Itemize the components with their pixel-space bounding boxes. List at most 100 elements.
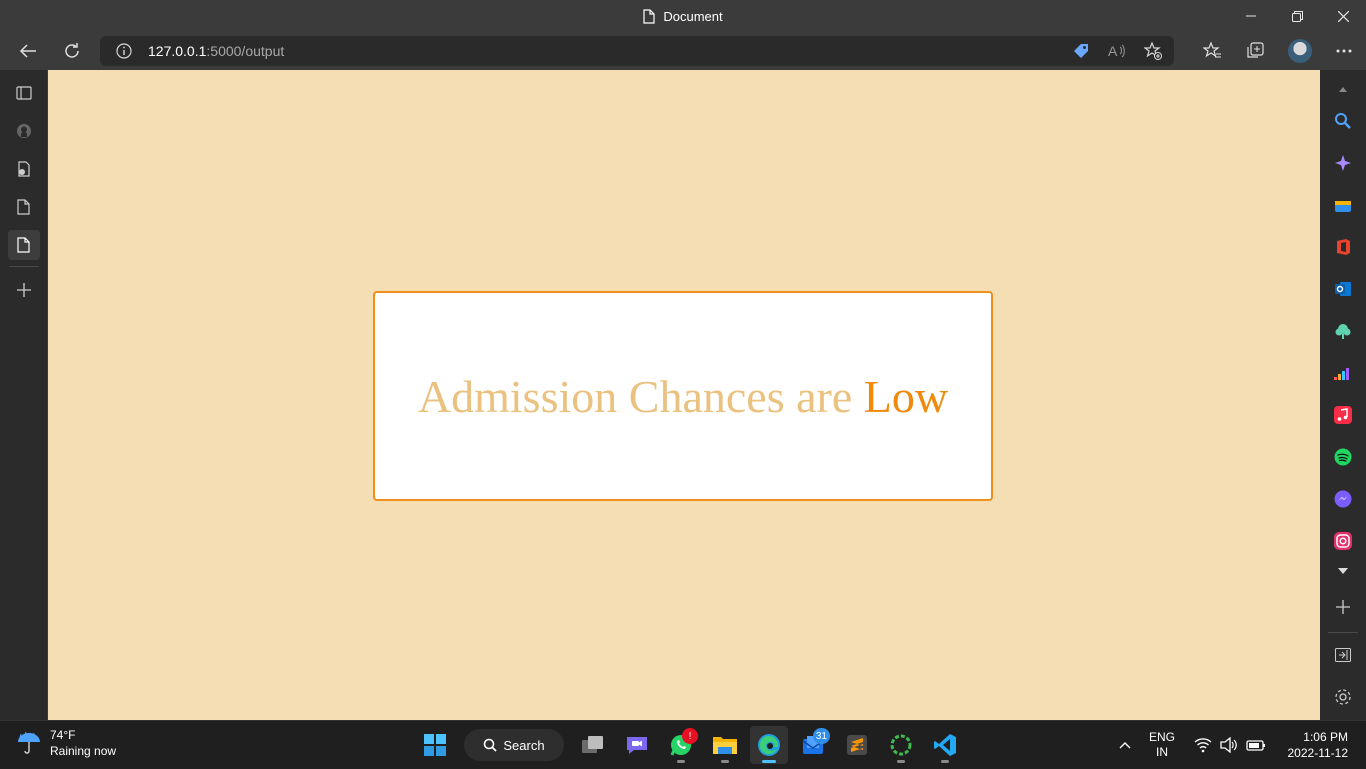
add-icon[interactable] [1332,596,1354,618]
folder-icon [713,737,737,754]
start-button[interactable] [416,726,454,764]
favorites-icon [1203,42,1221,58]
read-aloud-icon[interactable]: A [1104,38,1130,64]
github-icon [17,124,31,138]
whatsapp-app[interactable]: ! [662,726,700,764]
close-window-button[interactable] [1320,0,1366,32]
mail-badge: 31 [812,728,830,744]
more-button[interactable] [1322,32,1366,70]
search-icon [484,738,498,752]
vscode-icon [934,734,956,756]
restore-button[interactable] [1274,0,1320,32]
document-icon [643,8,655,24]
edge-app[interactable] [750,726,788,764]
task-view-icon [582,736,603,753]
file-settings-icon [18,161,30,177]
office-icon[interactable] [1332,236,1354,258]
collections-icon [1247,42,1264,58]
result-prefix: Admission Chances are [417,370,864,422]
search-icon[interactable] [1332,110,1354,132]
window-title-text: Document [663,8,723,24]
page-icon [17,199,30,215]
sidebar-divider [1328,632,1358,633]
language-indicator[interactable]: ENG IN [1140,730,1184,760]
add-favorite-icon[interactable] [1140,38,1166,64]
collapse-icon[interactable] [1332,560,1354,582]
weather-widget[interactable]: 74°F Raining now [16,727,116,759]
search-label: Search [503,737,545,753]
title-bar: Document [0,0,1366,32]
info-icon[interactable] [116,43,132,59]
profile-avatar[interactable] [1288,39,1312,63]
refresh-icon [65,43,79,58]
apple-music-icon[interactable] [1332,404,1354,426]
wifi-icon [1194,738,1212,753]
scroll-up-icon[interactable] [1332,78,1354,100]
running-indicator [762,760,776,763]
system-tray: ENG IN 1:06 PM 2022-11-12 [1110,721,1366,769]
new-tab-button[interactable] [8,275,40,305]
vscode-app[interactable] [926,726,964,764]
instagram-icon[interactable] [1332,530,1354,552]
tab-page[interactable] [8,192,40,222]
running-indicator [721,760,729,763]
url-path: :5000/output [206,43,285,59]
settings-icon[interactable] [1332,686,1354,708]
teams-chat-app[interactable] [618,726,656,764]
file-explorer-app[interactable] [706,726,744,764]
spinner-icon [890,734,912,756]
deezer-icon[interactable] [1332,362,1354,384]
messenger-icon[interactable] [1332,488,1354,510]
clock-time: 1:06 PM [1303,730,1348,744]
outlook-icon[interactable] [1332,278,1354,300]
running-indicator [941,760,949,763]
refresh-button[interactable] [52,35,92,67]
tab-actions-icon [16,86,32,100]
favorites-button[interactable] [1190,32,1234,70]
windows-icon [424,734,446,756]
browser-toolbar: 127.0.0.1:5000/output A [0,32,1366,70]
clock[interactable]: 1:06 PM 2022-11-12 [1276,729,1366,761]
svg-text:A: A [1108,43,1118,59]
taskbar-search[interactable]: Search [464,729,564,761]
result-card: Admission Chances are Low [373,291,993,501]
tab-file-settings[interactable] [8,154,40,184]
collections-button[interactable] [1234,32,1278,70]
lang-region: IN [1156,745,1168,759]
whatsapp-badge: ! [682,728,698,744]
quick-settings[interactable] [1184,737,1276,753]
split-screen-icon[interactable] [1332,644,1354,666]
minimize-button[interactable] [1228,0,1274,32]
taskbar-apps: Search ! 31 [416,725,964,765]
mail-app[interactable]: 31 [794,726,832,764]
page-viewport: Admission Chances are Low [48,70,1320,720]
loading-app[interactable] [882,726,920,764]
lang-code: ENG [1148,730,1175,744]
volume-icon [1220,737,1237,753]
weather-condition: Raining now [50,744,117,758]
tree-icon[interactable] [1332,320,1354,342]
back-button[interactable] [8,35,48,67]
running-indicator [897,760,905,763]
spotify-icon[interactable] [1332,446,1354,468]
task-view-button[interactable] [574,726,612,764]
back-icon [19,44,36,58]
more-icon [1336,49,1352,53]
url-host: 127.0.0.1 [148,43,207,59]
chevron-up-icon [1119,742,1131,749]
copilot-icon[interactable] [1332,152,1354,174]
result-message: Admission Chances are Low [418,370,948,423]
rain-umbrella-icon [18,731,40,754]
add-icon [17,283,31,297]
show-hidden-icons-button[interactable] [1110,738,1140,752]
coupon-icon[interactable] [1068,38,1094,64]
result-level: Low [863,370,949,422]
tab-actions-button[interactable] [8,78,40,108]
tab-page-active[interactable] [8,230,40,260]
vertical-tabs-sidebar [0,70,48,720]
tab-github[interactable] [8,116,40,146]
shopping-icon[interactable] [1332,194,1354,216]
sublime-text-app[interactable] [838,726,876,764]
window-title: Document [643,8,723,24]
address-bar[interactable]: 127.0.0.1:5000/output A [100,36,1174,66]
